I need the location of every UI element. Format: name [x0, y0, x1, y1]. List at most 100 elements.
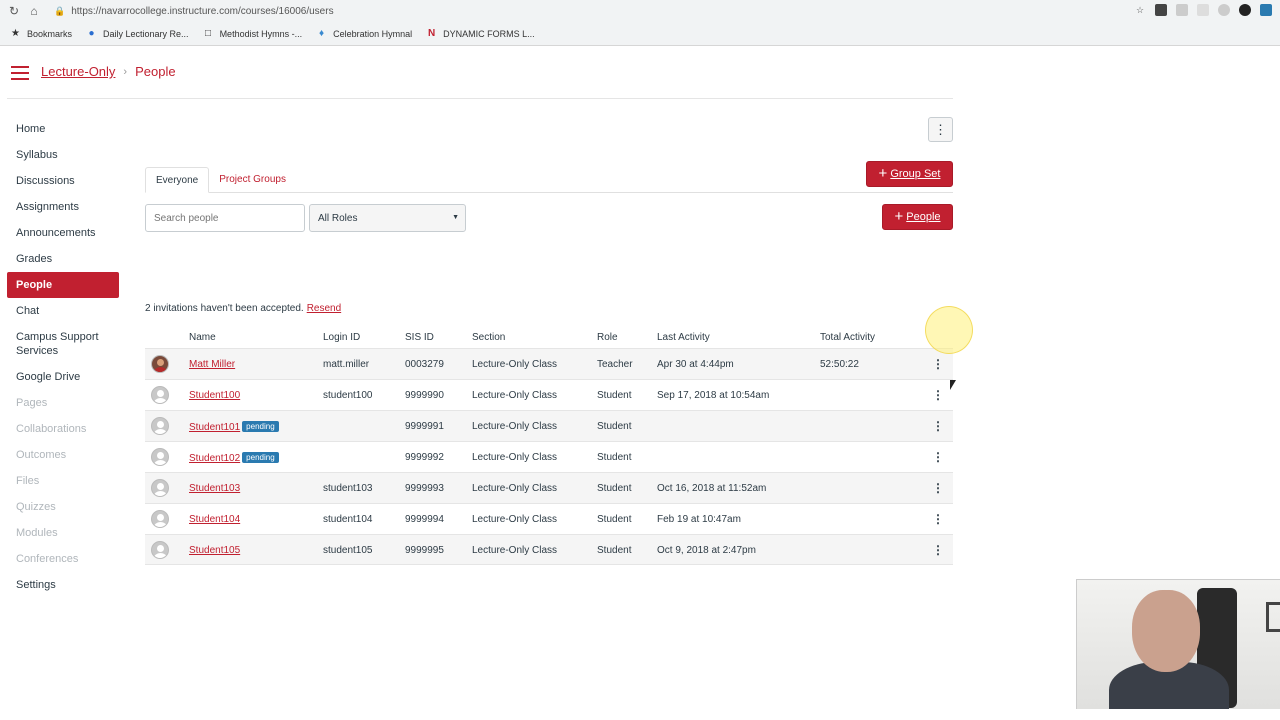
star-icon[interactable]: ☆ — [1134, 4, 1146, 16]
people-tabs: Everyone Project Groups — [145, 167, 953, 193]
row-options-kebab-icon[interactable]: ⋮ — [932, 357, 944, 371]
sidebar-item-quizzes[interactable]: Quizzes — [7, 494, 119, 520]
sidebar-item-assignments[interactable]: Assignments — [7, 194, 119, 220]
search-people-input[interactable] — [145, 204, 305, 232]
user-name-link[interactable]: Student102 — [189, 453, 240, 464]
sidebar-item-outcomes[interactable]: Outcomes — [7, 442, 119, 468]
table-row: Matt Miller matt.miller 0003279 Lecture-… — [145, 348, 953, 379]
pending-badge: pending — [242, 452, 279, 463]
table-row: Student102 pending 9999992 Lecture-Only C… — [145, 441, 953, 472]
column-header-section[interactable]: Section — [472, 332, 505, 343]
role: Student — [597, 483, 632, 494]
user-name-link[interactable]: Student100 — [189, 390, 240, 401]
table-row: Student101 pending 9999991 Lecture-Only C… — [145, 410, 953, 441]
login-id: student103 — [323, 483, 373, 494]
hamburger-menu-icon[interactable] — [11, 66, 29, 80]
last-activity: Oct 9, 2018 at 2:47pm — [657, 545, 756, 556]
sidebar-item-collaborations[interactable]: Collaborations — [7, 416, 119, 442]
sidebar-item-syllabus[interactable]: Syllabus — [7, 142, 119, 168]
user-name-link[interactable]: Student101 — [189, 422, 240, 433]
section: Lecture-Only Class — [472, 452, 558, 463]
extension-icon[interactable] — [1260, 4, 1272, 16]
row-options-kebab-icon[interactable]: ⋮ — [932, 419, 944, 433]
sidebar-item-grades[interactable]: Grades — [7, 246, 119, 272]
total-activity: 52:50:22 — [820, 359, 859, 370]
row-options-kebab-icon[interactable]: ⋮ — [932, 450, 944, 464]
avatar[interactable] — [151, 355, 169, 373]
sidebar-item-google-drive[interactable]: Google Drive — [7, 364, 119, 390]
sidebar-item-files[interactable]: Files — [7, 468, 119, 494]
add-people-button[interactable]: + People — [882, 204, 953, 230]
login-id: student100 — [323, 390, 373, 401]
sidebar-item-campus-support[interactable]: Campus Support Services — [7, 324, 119, 364]
user-name-link[interactable]: Student104 — [189, 514, 240, 525]
sidebar-item-people[interactable]: People — [7, 272, 119, 298]
extension-icon[interactable] — [1218, 4, 1230, 16]
table-row: Student103 student103 9999993 Lecture-On… — [145, 472, 953, 503]
avatar[interactable] — [151, 541, 169, 559]
avatar[interactable] — [151, 417, 169, 435]
bookmarks-bar: ★ Bookmarks ● Daily Lectionary Re... □ Meth… — [0, 22, 1280, 46]
last-activity: Sep 17, 2018 at 10:54am — [657, 390, 770, 401]
tab-everyone[interactable]: Everyone — [145, 167, 210, 193]
roles-select[interactable]: All Roles ▼ — [309, 204, 466, 232]
sidebar-item-modules[interactable]: Modules — [7, 520, 119, 546]
reload-icon[interactable]: ↻ — [8, 5, 20, 17]
hymnal-icon: ♦ — [319, 28, 325, 39]
sidebar-item-chat[interactable]: Chat — [7, 298, 119, 324]
user-name-link[interactable]: Matt Miller — [189, 359, 235, 370]
sidebar-item-settings[interactable]: Settings — [7, 572, 119, 598]
bookmark-item[interactable]: ● Daily Lectionary Re... — [86, 28, 188, 39]
bookmark-item[interactable]: N DYNAMIC FORMS L... — [426, 28, 535, 39]
avatar[interactable] — [151, 479, 169, 497]
sidebar-item-conferences[interactable]: Conferences — [7, 546, 119, 572]
extension-icon[interactable] — [1176, 4, 1188, 16]
sidebar-item-announcements[interactable]: Announcements — [7, 220, 119, 246]
avatar[interactable] — [151, 510, 169, 528]
sidebar-item-discussions[interactable]: Discussions — [7, 168, 119, 194]
table-row: Student105 student105 9999995 Lecture-On… — [145, 534, 953, 565]
resend-link[interactable]: Resend — [307, 303, 341, 314]
row-options-kebab-icon[interactable]: ⋮ — [932, 388, 944, 402]
bookmark-item[interactable]: □ Methodist Hymns -... — [203, 28, 302, 39]
column-header-name[interactable]: Name — [189, 332, 216, 343]
table-header: Name Login ID SIS ID Section Role Last A… — [145, 327, 953, 348]
sidebar-item-pages[interactable]: Pages — [7, 390, 119, 416]
column-header-role[interactable]: Role — [597, 332, 618, 343]
column-header-sis-id[interactable]: SIS ID — [405, 332, 434, 343]
extension-icon[interactable] — [1155, 4, 1167, 16]
row-options-kebab-icon[interactable]: ⋮ — [932, 481, 944, 495]
extension-icon[interactable] — [1239, 4, 1251, 16]
row-options-kebab-icon[interactable]: ⋮ — [932, 543, 944, 557]
column-header-total-activity[interactable]: Total Activity — [820, 332, 875, 343]
page-options-kebab-icon[interactable]: ⋮ — [928, 117, 953, 142]
row-options-kebab-icon[interactable]: ⋮ — [932, 512, 944, 526]
bookmark-item[interactable]: ♦ Celebration Hymnal — [316, 28, 412, 39]
login-id: student105 — [323, 545, 373, 556]
browser-toolbar: ↻ ⌂ 🔒 https://navarrocollege.instructure… — [0, 0, 1280, 22]
avatar[interactable] — [151, 386, 169, 404]
column-header-last-activity[interactable]: Last Activity — [657, 332, 710, 343]
login-id: matt.miller — [323, 359, 370, 370]
login-id: student104 — [323, 514, 373, 525]
webcam-overlay — [1076, 579, 1280, 709]
section: Lecture-Only Class — [472, 421, 558, 432]
avatar[interactable] — [151, 448, 169, 466]
user-name-link[interactable]: Student103 — [189, 483, 240, 494]
sidebar-item-home[interactable]: Home — [7, 116, 119, 142]
extension-icon[interactable] — [1197, 4, 1209, 16]
role: Student — [597, 390, 632, 401]
tab-project-groups[interactable]: Project Groups — [209, 167, 296, 193]
home-icon[interactable]: ⌂ — [28, 5, 40, 17]
column-header-login-id[interactable]: Login ID — [323, 332, 360, 343]
user-name-link[interactable]: Student105 — [189, 545, 240, 556]
url-text: https://navarrocollege.instructure.com/c… — [71, 5, 334, 17]
role: Student — [597, 421, 632, 432]
add-group-set-button[interactable]: + Group Set — [866, 161, 953, 187]
address-bar[interactable]: 🔒 https://navarrocollege.instructure.com… — [54, 6, 334, 17]
sis-id: 9999992 — [405, 452, 444, 463]
breadcrumb-course-link[interactable]: Lecture-Only — [41, 64, 115, 79]
star-icon: ★ — [11, 28, 20, 39]
breadcrumb: Lecture-Only › People — [41, 64, 176, 79]
bookmark-item[interactable]: ★ Bookmarks — [10, 28, 72, 39]
